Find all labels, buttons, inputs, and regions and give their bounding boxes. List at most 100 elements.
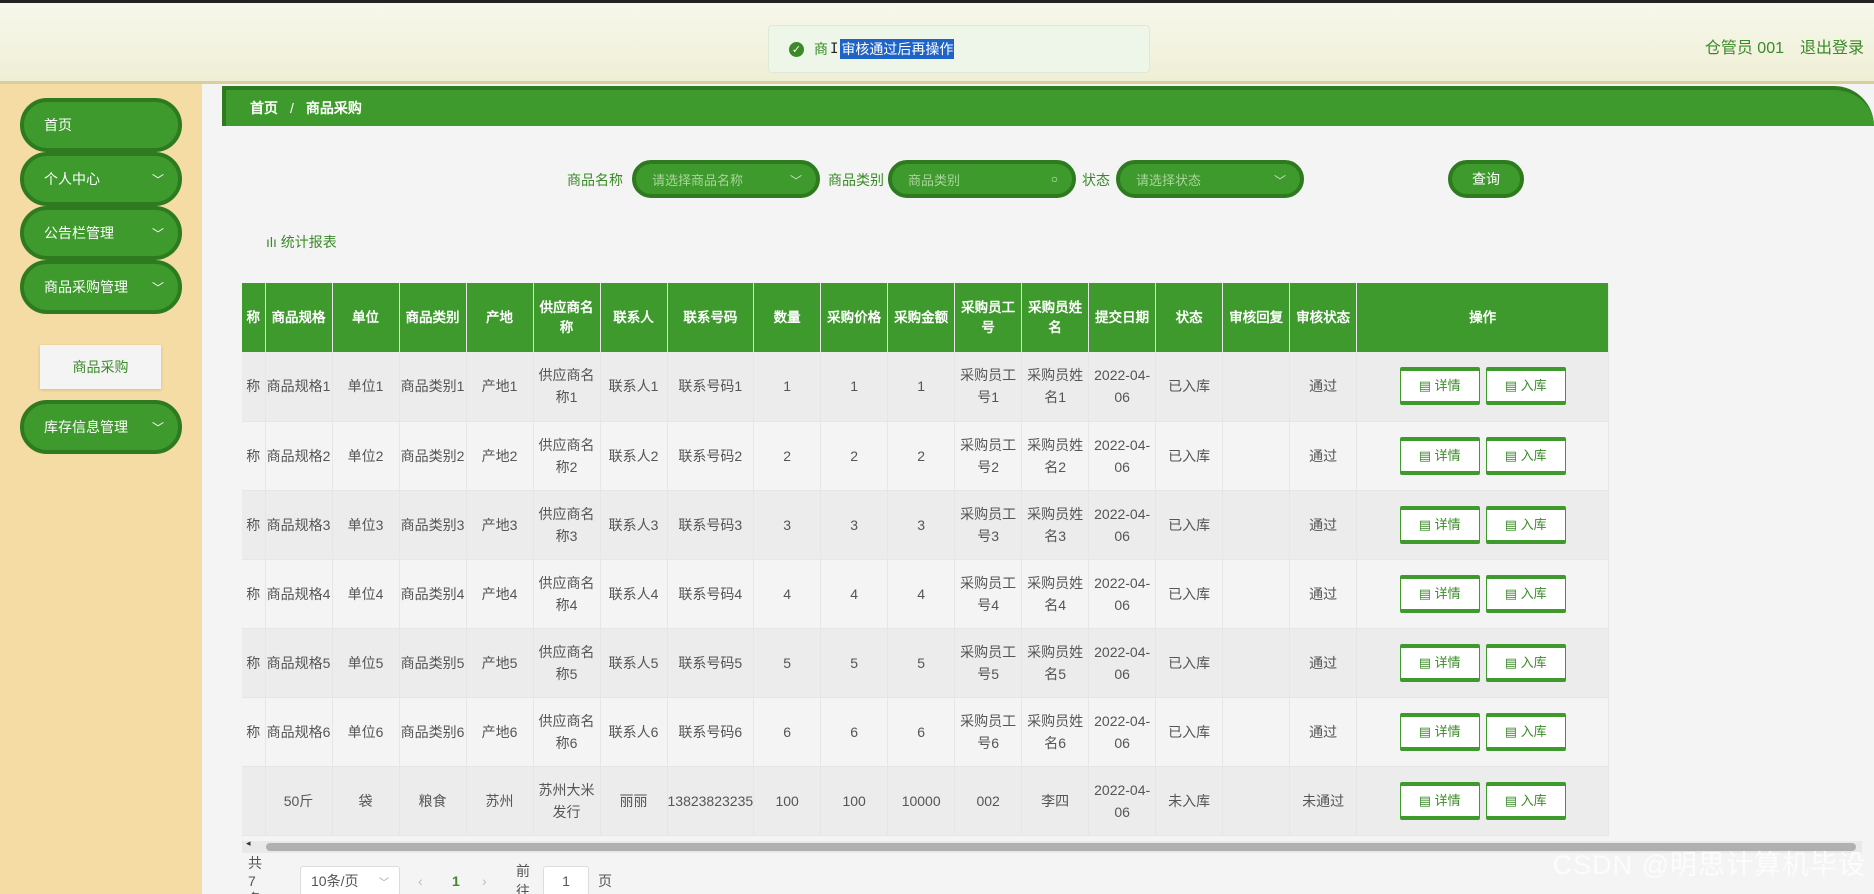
sidebar-item-home[interactable]: 首页 bbox=[20, 98, 182, 152]
table-cell: 采购员姓名4 bbox=[1021, 559, 1090, 629]
sidebar-item-label: 公告栏管理 bbox=[44, 225, 114, 241]
detail-button[interactable]: ▤ 详情 bbox=[1399, 505, 1480, 544]
table-cell: 采购员姓名2 bbox=[1021, 421, 1090, 491]
stock-in-button[interactable]: ▤ 入库 bbox=[1485, 781, 1566, 820]
purchase-table-wrapper: 称 商品规格 单位 商品类别 产地 供应商名称 联系人 联系号码 数量 采购价格… bbox=[242, 283, 1862, 845]
table-cell: 采购员姓名5 bbox=[1021, 628, 1090, 698]
breadcrumb-current: 商品采购 bbox=[305, 100, 362, 116]
chevron-down-icon: ﹀ bbox=[151, 421, 164, 435]
sidebar-item-inventory[interactable]: 库存信息管理 ﹀ bbox=[20, 400, 182, 454]
category-input[interactable]: 商品类别 ○ bbox=[888, 160, 1076, 198]
sidebar-item-notices[interactable]: 公告栏管理 ﹀ bbox=[20, 206, 182, 260]
document-icon: ▤ bbox=[1504, 723, 1521, 739]
table-cell: 4 bbox=[753, 559, 822, 629]
table-cell: 2022-04-06 bbox=[1088, 559, 1157, 629]
column-header: 单位 bbox=[332, 283, 400, 352]
next-page-button[interactable]: › bbox=[482, 866, 487, 894]
query-button[interactable]: 查询 bbox=[1448, 160, 1524, 198]
table-cell: 通过 bbox=[1289, 559, 1358, 629]
table-cell: 5 bbox=[753, 628, 822, 698]
sidebar-item-profile[interactable]: 个人中心 ﹀ bbox=[20, 152, 182, 206]
stock-in-button[interactable]: ▤ 入库 bbox=[1485, 436, 1566, 475]
table-cell: 未通过 bbox=[1289, 766, 1358, 836]
check-circle-icon: ✓ bbox=[789, 41, 804, 57]
table-cell bbox=[242, 766, 266, 836]
column-header: 提交日期 bbox=[1088, 283, 1157, 352]
table-cell: 2 bbox=[753, 421, 822, 491]
sidebar-item-purchase[interactable]: 商品采购管理 ﹀ bbox=[20, 260, 182, 314]
table-header-row: 称 商品规格 单位 商品类别 产地 供应商名称 联系人 联系号码 数量 采购价格… bbox=[242, 283, 1610, 352]
table-cell: 称 bbox=[242, 559, 266, 629]
column-header: 采购员工号 bbox=[954, 283, 1023, 352]
table-cell: 3 bbox=[753, 490, 822, 560]
table-cell: 采购员工号6 bbox=[954, 697, 1023, 767]
table-cell: 商品类别4 bbox=[399, 559, 467, 629]
stock-in-button[interactable]: ▤ 入库 bbox=[1485, 367, 1566, 406]
logout-link[interactable]: 退出登录 bbox=[1800, 34, 1864, 58]
table-cell: 2022-04-06 bbox=[1088, 766, 1157, 836]
sidebar-subitem-purchase[interactable]: 商品采购 bbox=[40, 345, 161, 389]
column-header: 采购员姓名 bbox=[1021, 283, 1090, 352]
stock-in-button[interactable]: ▤ 入库 bbox=[1485, 643, 1566, 682]
table-cell bbox=[1222, 697, 1291, 767]
sidebar-item-label: 商品采购管理 bbox=[44, 279, 128, 295]
category-input-placeholder: 商品类别 bbox=[908, 172, 961, 188]
table-cell: 1 bbox=[820, 352, 889, 422]
page-size-select[interactable]: 10条/页 ﹀ bbox=[300, 866, 400, 894]
bar-chart-icon: ılı bbox=[266, 234, 277, 250]
breadcrumb-home[interactable]: 首页 bbox=[250, 98, 278, 118]
button-label: 入库 bbox=[1520, 585, 1547, 601]
table-cell: 商品类别3 bbox=[399, 490, 467, 560]
detail-button[interactable]: ▤ 详情 bbox=[1399, 781, 1480, 820]
stock-in-button[interactable]: ▤ 入库 bbox=[1485, 574, 1566, 613]
button-label: 入库 bbox=[1520, 723, 1547, 739]
table-row: 50斤袋粮食 苏州 苏州大米发行 丽丽 13823823235 100 100 10000 00… bbox=[242, 766, 1610, 836]
goto-page-input[interactable]: 1 bbox=[543, 866, 589, 894]
column-header: 审核回复 bbox=[1222, 283, 1291, 352]
name-select[interactable]: 请选择商品名称 ﹀ bbox=[632, 160, 820, 198]
table-cell: 称 bbox=[242, 352, 266, 422]
detail-button[interactable]: ▤ 详情 bbox=[1399, 574, 1480, 613]
table-cell: 2022-04-06 bbox=[1088, 490, 1157, 560]
table-cell bbox=[1222, 490, 1291, 560]
watermark: CSDN @明思计算机毕设 bbox=[1552, 850, 1866, 880]
table-cell: 商品规格5 bbox=[265, 628, 333, 698]
page-suffix: 页 bbox=[598, 873, 612, 889]
table-cell: 产地1 bbox=[466, 352, 534, 422]
detail-button[interactable]: ▤ 详情 bbox=[1399, 712, 1480, 751]
table-cell: 通过 bbox=[1289, 352, 1358, 422]
column-header: 商品类别 bbox=[399, 283, 467, 352]
detail-button[interactable]: ▤ 详情 bbox=[1399, 367, 1480, 406]
table-cell: 商品类别5 bbox=[399, 628, 467, 698]
table-cell: 采购员姓名6 bbox=[1021, 697, 1090, 767]
prev-page-button[interactable]: ‹ bbox=[418, 866, 423, 894]
table-cell: 联系号码2 bbox=[667, 421, 755, 491]
main-content: 首页 / 商品采购 商品名称 请选择商品名称 ﹀ 商品类别 商品类别 ○ 状态 … bbox=[202, 84, 1874, 894]
stats-report-link[interactable]: ılı 统计报表 bbox=[266, 232, 337, 252]
table-cell: 5 bbox=[887, 628, 956, 698]
table-cell: 产地5 bbox=[466, 628, 534, 698]
stock-in-button[interactable]: ▤ 入库 bbox=[1485, 505, 1566, 544]
chevron-down-icon: ﹀ bbox=[789, 174, 802, 188]
detail-button[interactable]: ▤ 详情 bbox=[1399, 643, 1480, 682]
table-cell: 10000 bbox=[887, 766, 956, 836]
table-cell: 已入库 bbox=[1155, 697, 1224, 767]
stats-report-label: 统计报表 bbox=[280, 234, 337, 250]
detail-button[interactable]: ▤ 详情 bbox=[1399, 436, 1480, 475]
column-header: 产地 bbox=[466, 283, 534, 352]
table-cell: 通过 bbox=[1289, 697, 1358, 767]
button-label: 入库 bbox=[1520, 654, 1547, 670]
stock-in-button[interactable]: ▤ 入库 bbox=[1485, 712, 1566, 751]
status-select[interactable]: 请选择状态 ﹀ bbox=[1116, 160, 1304, 198]
chevron-up-icon: ﹀ bbox=[151, 281, 164, 295]
goto-label: 前往 bbox=[516, 863, 530, 894]
table-cell: 联系号码3 bbox=[667, 490, 755, 560]
scroll-left-icon[interactable]: ◂ bbox=[246, 838, 251, 849]
table-cell: 供应商名称1 bbox=[533, 352, 601, 422]
table-cell: 商品规格4 bbox=[265, 559, 333, 629]
table-cell: 13823823235 bbox=[667, 766, 755, 836]
table-cell: 产地4 bbox=[466, 559, 534, 629]
table-cell: 2 bbox=[820, 421, 889, 491]
table-cell: 苏州 bbox=[466, 766, 534, 836]
page-number-1[interactable]: 1 bbox=[452, 866, 460, 894]
